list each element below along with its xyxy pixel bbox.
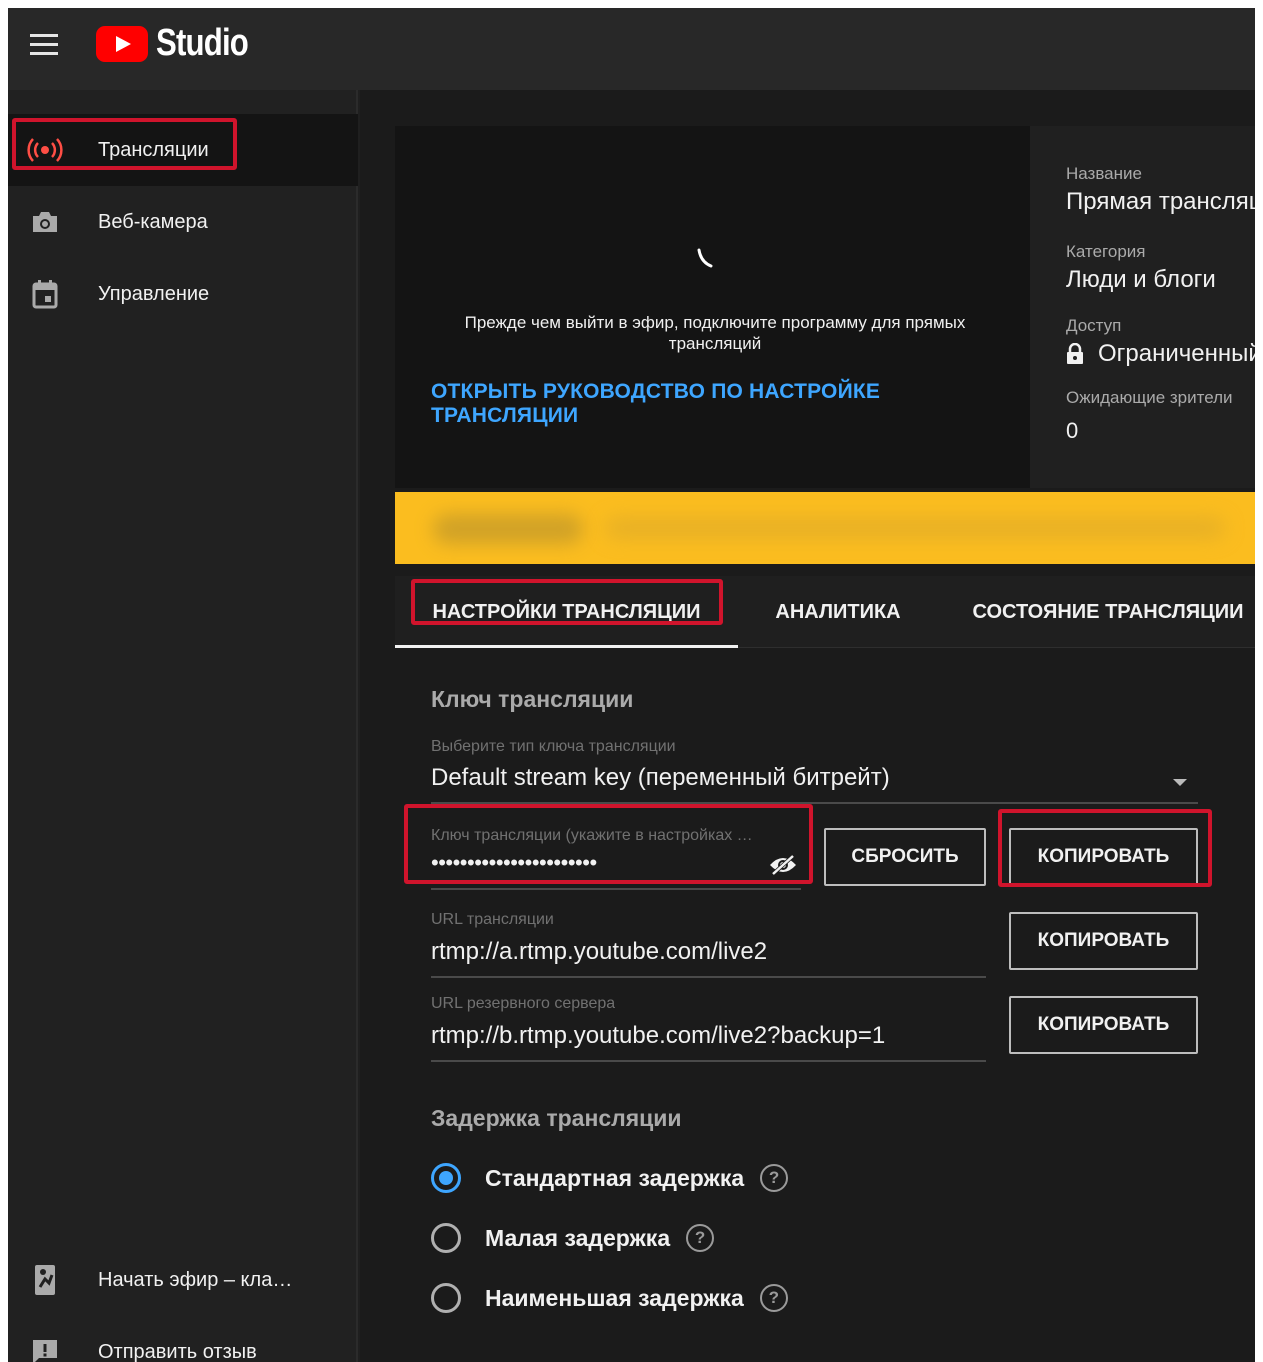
stream-key-label: Ключ трансляции (укажите в настройках … — [431, 827, 753, 844]
dropdown-arrow-icon[interactable] — [1173, 779, 1187, 786]
sidebar-item-live[interactable]: Трансляции — [8, 114, 358, 186]
help-icon[interactable]: ? — [686, 1224, 715, 1252]
category-label: Категория — [1066, 242, 1146, 261]
sidebar-item-go-live[interactable]: Начать эфир – кла… — [8, 1244, 358, 1316]
feedback-icon — [26, 1333, 64, 1362]
radio-unchecked[interactable] — [431, 1283, 461, 1313]
hamburger-menu-icon[interactable] — [30, 34, 58, 56]
logo-text: Studio — [156, 22, 249, 64]
access-value-row: Ограниченный доступ — [1066, 340, 1255, 368]
tab-stream-health[interactable]: СОСТОЯНИЕ ТРАНСЛЯЦИИ — [938, 576, 1255, 648]
sidebar-item-label: Трансляции — [98, 138, 209, 161]
visibility-off-icon[interactable] — [768, 853, 798, 877]
sidebar-item-label: Отправить отзыв — [98, 1340, 257, 1362]
access-label: Доступ — [1066, 316, 1122, 335]
setup-guide-link[interactable]: ОТКРЫТЬ РУКОВОДСТВО ПО НАСТРОЙКЕ ТРАНСЛЯ… — [431, 380, 1011, 428]
sidebar: Трансляции Веб-камера Управление Начать … — [8, 90, 358, 1362]
connect-software-message: Прежде чем выйти в эфир, подключите прог… — [464, 313, 966, 353]
backup-url-underline — [431, 1060, 986, 1062]
live-broadcast-icon — [26, 131, 64, 169]
main-content: Прежде чем выйти в эфир, подключите прог… — [360, 90, 1255, 1362]
youtube-play-icon — [96, 25, 148, 62]
loading-spinner-icon — [697, 248, 713, 268]
radio-label: Малая задержка — [485, 1224, 671, 1251]
blurred-banner-icon — [433, 514, 583, 544]
stream-preview: Прежде чем выйти в эфир, подключите прог… — [395, 126, 1030, 488]
radio-label: Наименьшая задержка — [485, 1284, 744, 1311]
camera-icon — [26, 203, 64, 241]
stream-key-field[interactable]: ••••••••••••••••••••••• — [431, 850, 597, 876]
copy-key-button[interactable]: КОПИРОВАТЬ — [1009, 828, 1198, 886]
sidebar-item-label: Управление — [98, 282, 210, 305]
copy-backup-url-button[interactable]: КОПИРОВАТЬ — [1009, 996, 1198, 1054]
backup-url-field[interactable]: rtmp://b.rtmp.youtube.com/live2?backup=1 — [431, 1022, 885, 1050]
stream-info-panel: Название Прямая трансляция Категория Люд… — [1030, 126, 1255, 488]
go-live-icon — [26, 1261, 64, 1299]
calendar-icon — [26, 275, 64, 313]
reset-key-button[interactable]: СБРОСИТЬ — [824, 828, 986, 886]
waiting-viewers-label: Ожидающие зрители — [1066, 388, 1233, 407]
sidebar-item-label: Начать эфир – кла… — [98, 1268, 293, 1291]
sidebar-item-webcam[interactable]: Веб-камера — [8, 186, 358, 258]
stream-url-underline — [431, 976, 986, 978]
warning-banner — [395, 492, 1255, 564]
stream-url-field[interactable]: rtmp://a.rtmp.youtube.com/live2 — [431, 938, 767, 966]
latency-option-ultra-low[interactable]: Наименьшая задержка ? — [431, 1278, 788, 1318]
tab-bar: НАСТРОЙКИ ТРАНСЛЯЦИИ АНАЛИТИКА СОСТОЯНИЕ… — [395, 576, 1255, 648]
latency-section-title: Задержка трансляции — [431, 1105, 682, 1131]
latency-option-normal[interactable]: Стандартная задержка ? — [431, 1158, 789, 1198]
sidebar-item-manage[interactable]: Управление — [8, 258, 358, 330]
radio-unchecked[interactable] — [431, 1223, 461, 1253]
help-icon[interactable]: ? — [760, 1164, 789, 1192]
blurred-banner-text — [605, 518, 1225, 538]
youtube-studio-logo[interactable]: Studio — [96, 22, 268, 65]
category-value: Люди и блоги — [1066, 266, 1216, 293]
top-bar: Studio — [8, 8, 1255, 90]
stream-key-section-title: Ключ трансляции — [431, 686, 634, 712]
tab-analytics[interactable]: АНАЛИТИКА — [738, 576, 938, 648]
studio-window: Studio Трансляции Веб-камера Управление — [8, 8, 1255, 1362]
title-value: Прямая трансляция — [1066, 188, 1255, 215]
copy-url-button[interactable]: КОПИРОВАТЬ — [1009, 912, 1198, 970]
sidebar-item-feedback[interactable]: Отправить отзыв — [8, 1316, 358, 1362]
key-type-select[interactable]: Default stream key (переменный битрейт) — [431, 764, 890, 792]
key-type-label: Выберите тип ключа трансляции — [431, 738, 676, 755]
key-type-underline — [431, 802, 1198, 804]
lock-icon — [1067, 343, 1083, 364]
access-value: Ограниченный доступ — [1098, 340, 1255, 367]
stream-key-underline — [431, 888, 801, 890]
sidebar-item-label: Веб-камера — [98, 210, 208, 233]
active-tab-indicator — [395, 645, 738, 648]
radio-checked[interactable] — [431, 1163, 461, 1193]
stream-url-label: URL трансляции — [431, 911, 554, 928]
help-icon[interactable]: ? — [759, 1284, 788, 1312]
backup-url-label: URL резервного сервера — [431, 995, 616, 1012]
waiting-viewers-value: 0 — [1066, 418, 1079, 443]
latency-option-low[interactable]: Малая задержка ? — [431, 1218, 715, 1258]
radio-label: Стандартная задержка — [485, 1164, 745, 1191]
title-label: Название — [1066, 164, 1142, 183]
tab-stream-settings[interactable]: НАСТРОЙКИ ТРАНСЛЯЦИИ — [395, 576, 738, 648]
